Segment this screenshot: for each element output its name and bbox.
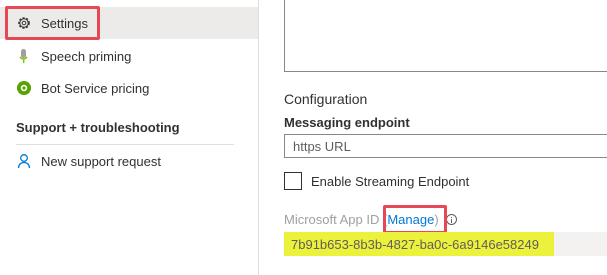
description-textarea[interactable] [284, 0, 607, 72]
sidebar-item-label: Settings [41, 15, 88, 31]
sidebar-item-label: Bot Service pricing [41, 80, 150, 96]
messaging-endpoint-label: Messaging endpoint [284, 115, 410, 130]
app-root: Settings Speech priming Bot Service pric… [0, 0, 607, 275]
sidebar-item-label: New support request [41, 153, 161, 169]
sidebar-separator [258, 0, 259, 275]
person-support-icon [16, 153, 32, 169]
manage-link[interactable]: Manage [387, 212, 434, 227]
info-icon[interactable] [445, 214, 457, 225]
sidebar: Settings Speech priming Bot Service pric… [0, 0, 258, 275]
sidebar-item-bot-service-pricing[interactable]: Bot Service pricing [0, 72, 258, 104]
enable-streaming-label: Enable Streaming Endpoint [311, 174, 470, 189]
configuration-heading: Configuration [284, 91, 368, 107]
app-id-label: Microsoft App ID [284, 212, 380, 227]
sidebar-item-new-support-request[interactable]: New support request [0, 145, 258, 177]
gear-icon [16, 15, 32, 31]
app-id-field-remainder [554, 232, 607, 256]
sidebar-item-speech-priming[interactable]: Speech priming [0, 40, 258, 72]
pricing-icon [16, 80, 32, 96]
sidebar-item-settings[interactable]: Settings [0, 7, 258, 39]
sidebar-item-label: Speech priming [41, 48, 132, 64]
support-section-header: Support + troubleshooting [16, 120, 180, 135]
enable-streaming-checkbox[interactable] [284, 172, 302, 190]
microphone-icon [16, 48, 32, 64]
app-id-value: 7b91b653-8b3b-4827-ba0c-6a9146e58249 [284, 232, 554, 256]
app-id-label-row: Microsoft App ID (Manage) [284, 212, 457, 227]
messaging-endpoint-input[interactable] [284, 134, 607, 158]
close-paren: ) [434, 212, 439, 227]
